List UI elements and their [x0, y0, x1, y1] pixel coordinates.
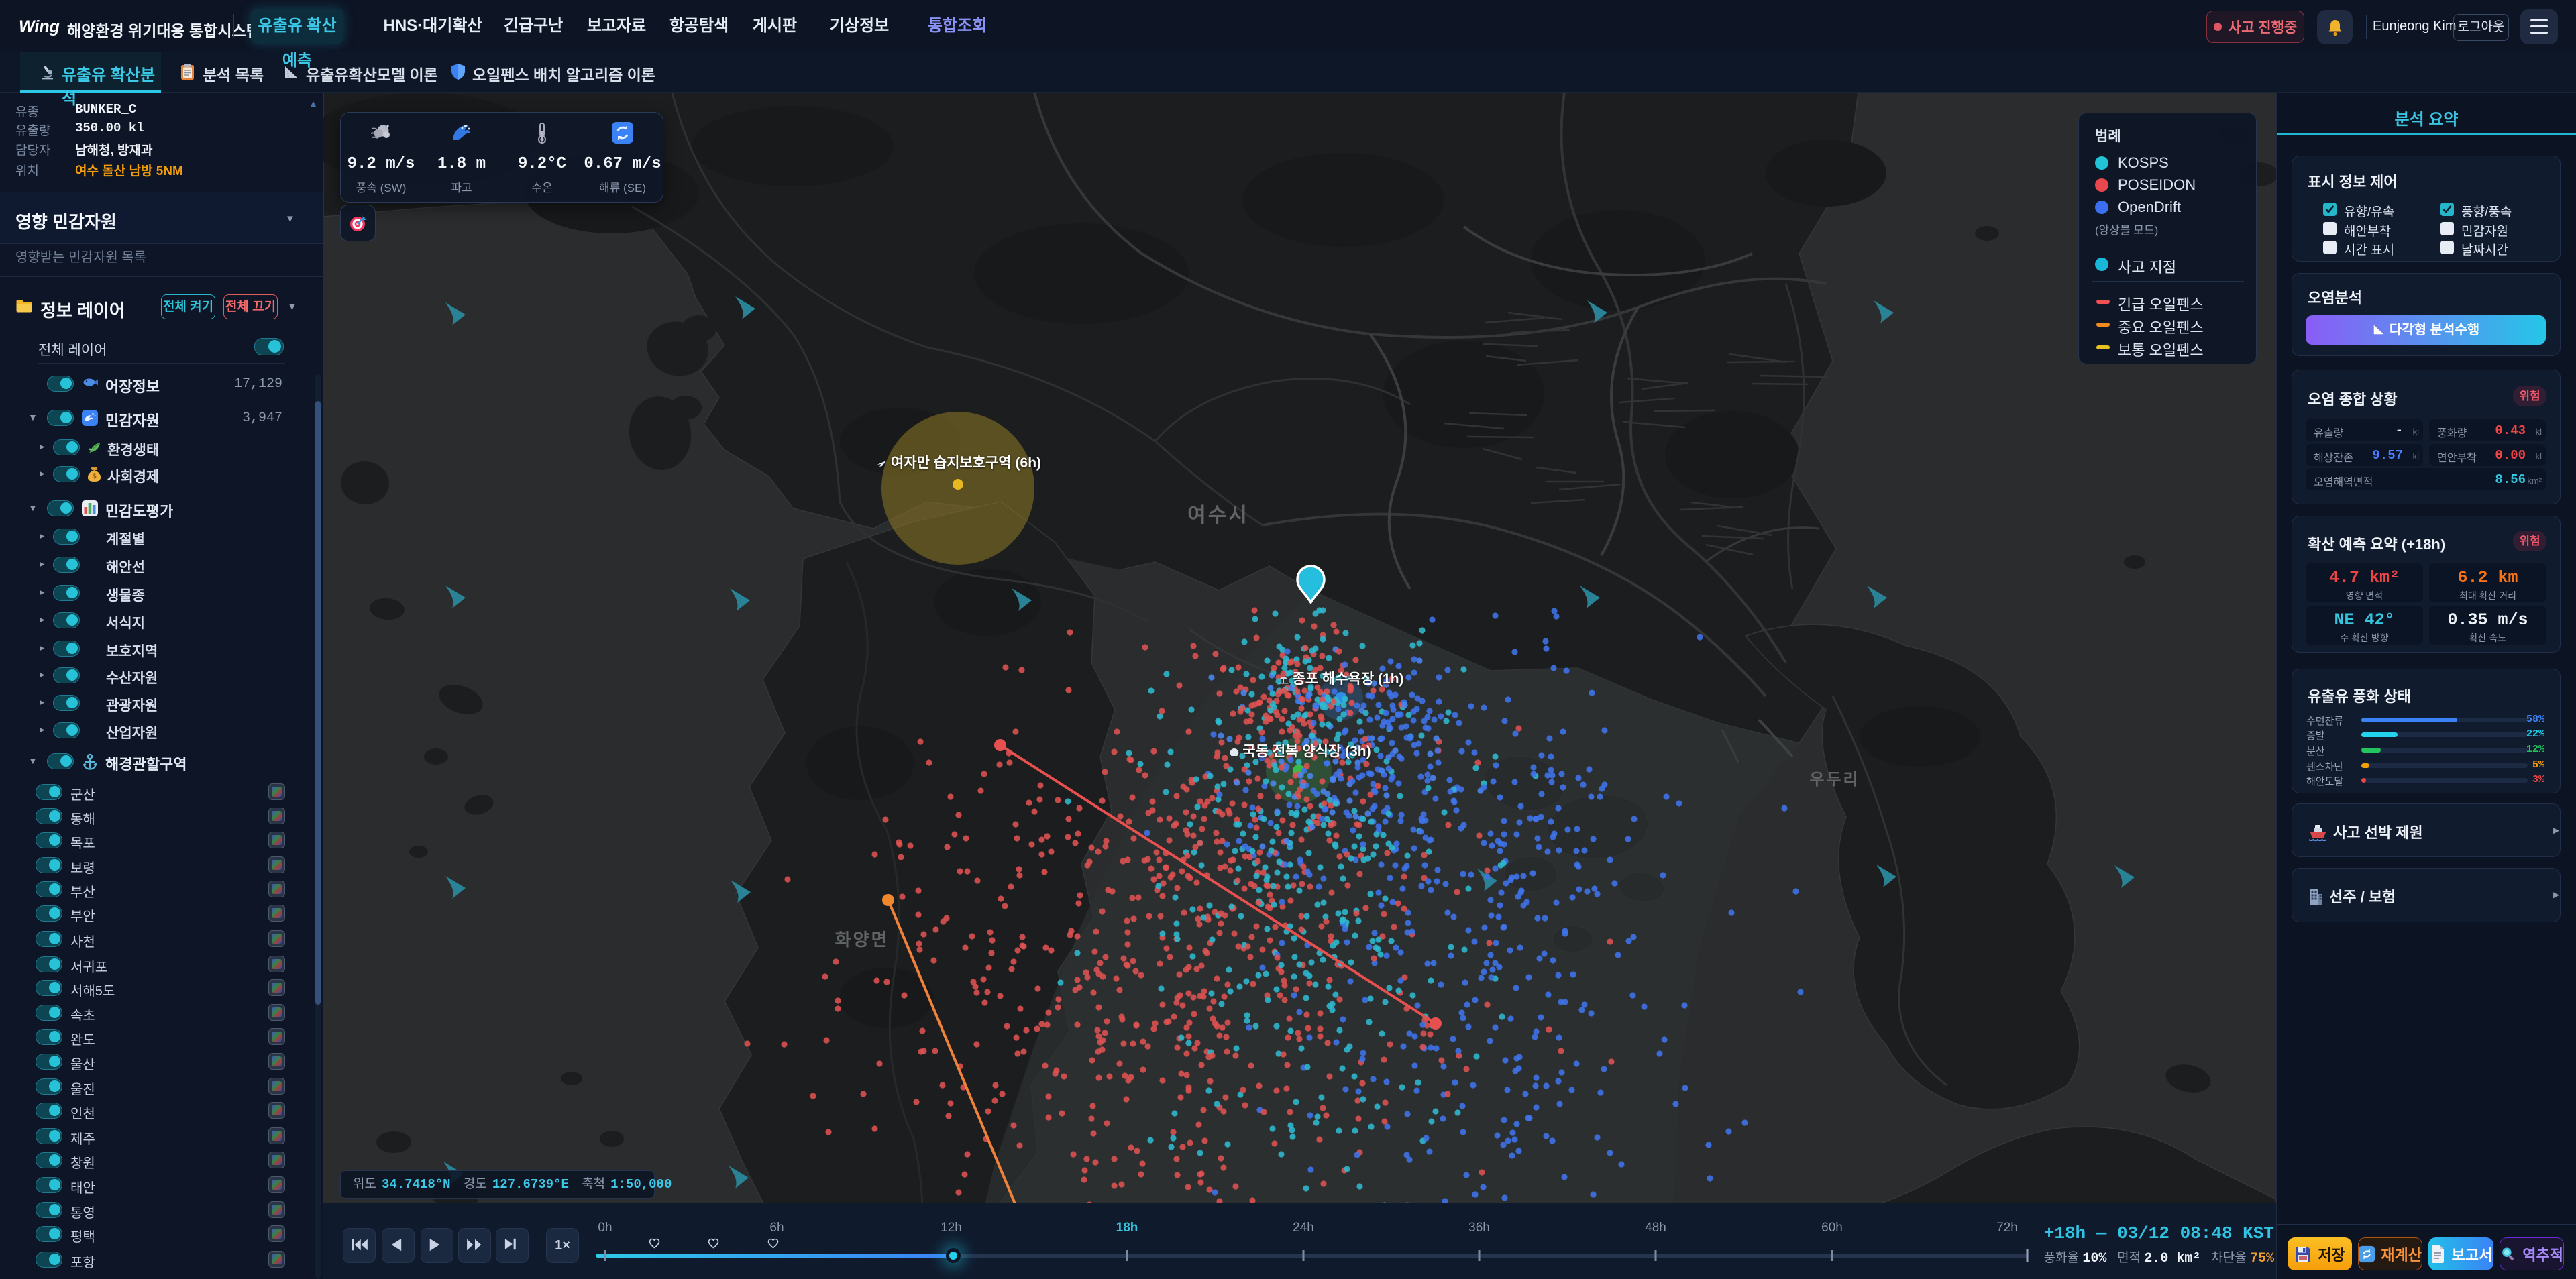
svg-text:$: $ — [92, 472, 96, 480]
